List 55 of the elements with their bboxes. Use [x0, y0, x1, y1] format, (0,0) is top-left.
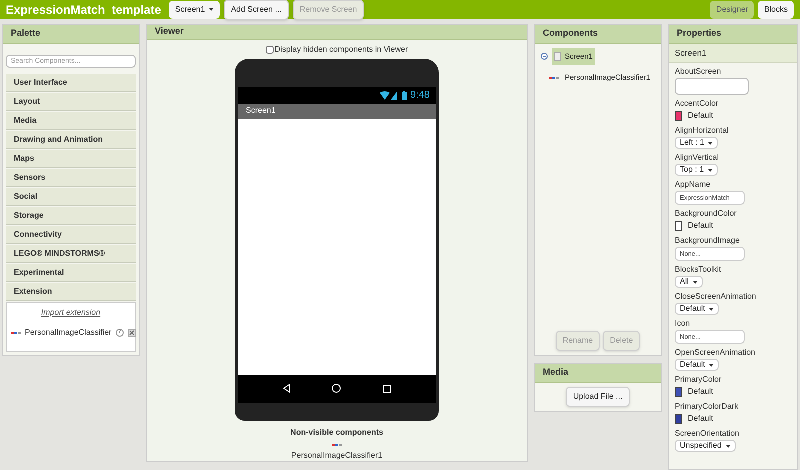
toolbar-button[interactable]: Add Screen ...: [224, 0, 289, 20]
palette-category[interactable]: User Interface: [6, 74, 136, 92]
status-time: 9:48: [410, 88, 430, 102]
checkbox-label: Display hidden components in Viewer: [274, 44, 408, 56]
color-value: Default: [688, 386, 714, 398]
palette-category[interactable]: Experimental: [6, 264, 136, 282]
property-label: AlignHorizontal: [675, 126, 730, 136]
property-label: Icon: [675, 319, 692, 329]
property-label: AppName: [675, 180, 712, 190]
property-label: BlocksToolkit: [675, 265, 722, 275]
color-value: Default: [688, 110, 714, 122]
property-label: AlignVertical: [675, 153, 720, 163]
extension-name: PersonalImageClassifier: [25, 327, 112, 339]
panel-header: Palette: [3, 25, 139, 44]
palette-category[interactable]: Connectivity: [6, 226, 136, 244]
panel-header: Viewer: [147, 25, 527, 40]
mode-button[interactable]: Blocks: [758, 0, 794, 18]
property-label: PrimaryColor: [675, 375, 723, 385]
property-label: BackgroundColor: [675, 209, 738, 219]
palette-category[interactable]: Sensors: [6, 169, 136, 187]
property-label: PrimaryColorDark: [675, 402, 740, 412]
property-dropdown[interactable]: Default: [675, 359, 720, 371]
palette-category[interactable]: Storage: [6, 207, 136, 225]
panel-header: Properties: [669, 25, 797, 44]
screen-title-bar: Screen1: [238, 104, 436, 118]
non-visible-title: Non-visible components: [290, 426, 384, 438]
palette-category[interactable]: Drawing and Animation: [6, 131, 136, 149]
property-label: CloseScreenAnimation: [675, 292, 758, 302]
upload-button[interactable]: Upload File ...: [566, 387, 630, 407]
selected-component-name: Screen1: [669, 44, 797, 63]
property-label: AboutScreen: [675, 67, 722, 77]
color-value: Default: [688, 413, 714, 425]
palette-category[interactable]: Extension: [6, 283, 136, 301]
color-value: Default: [688, 220, 714, 232]
property-label: AccentColor: [675, 99, 720, 109]
palette-category[interactable]: Social: [6, 188, 136, 206]
property-dropdown[interactable]: Top : 1: [675, 164, 718, 176]
palette-category[interactable]: LEGO® MINDSTORMS®: [6, 245, 136, 263]
project-title: ExpressionMatch_template: [6, 2, 162, 18]
property-label: BackgroundImage: [675, 236, 741, 246]
palette-category[interactable]: Maps: [6, 150, 136, 168]
screen-dropdown[interactable]: Screen1: [169, 0, 220, 18]
mode-button[interactable]: Designer: [710, 0, 754, 18]
property-dropdown[interactable]: Left : 1: [675, 137, 718, 149]
palette-category[interactable]: Media: [6, 112, 136, 130]
panel-header: Components: [535, 25, 661, 44]
import-extension-link[interactable]: Import extension: [41, 307, 101, 319]
property-dropdown[interactable]: Unspecified: [675, 440, 736, 452]
non-visible-component: PersonalImageClassifier1: [291, 450, 383, 462]
property-label: ScreenOrientation: [675, 429, 740, 439]
property-label: OpenScreenAnimation: [675, 348, 756, 358]
property-dropdown[interactable]: Default: [675, 303, 720, 315]
property-dropdown[interactable]: All: [675, 276, 703, 288]
panel-header: Media: [535, 364, 661, 383]
palette-category[interactable]: Layout: [6, 93, 136, 111]
